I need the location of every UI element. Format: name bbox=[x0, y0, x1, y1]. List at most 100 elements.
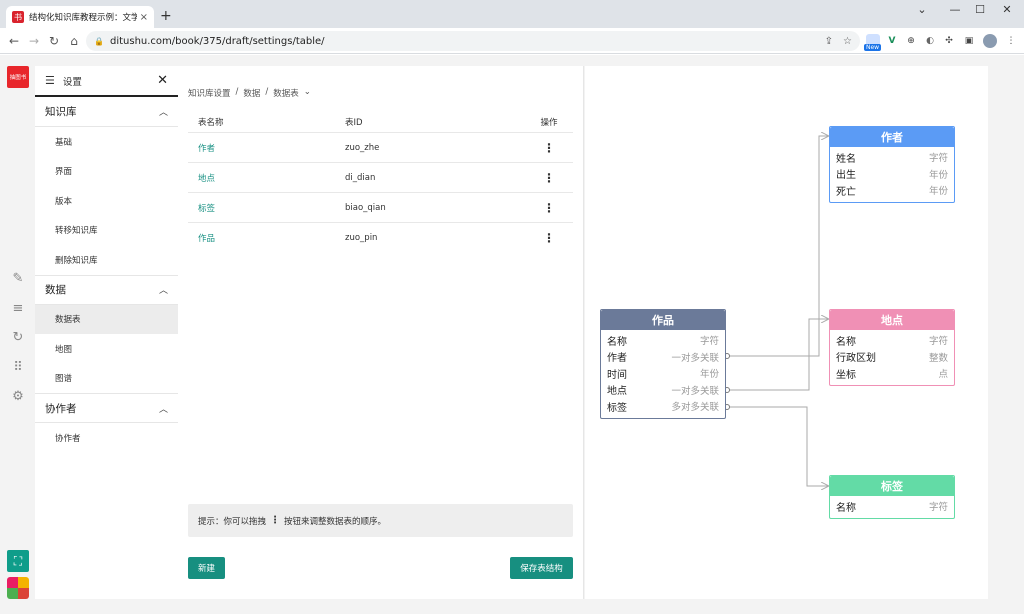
more-actions-icon[interactable]: ⋮ bbox=[525, 171, 573, 185]
table-header: 表名称 表ID 操作 bbox=[188, 111, 573, 133]
section-label: 协作者 bbox=[45, 402, 77, 415]
breadcrumb-separator: / bbox=[265, 87, 269, 97]
extensions-puzzle-icon[interactable]: ✣ bbox=[942, 34, 956, 48]
nav-item-basic[interactable]: 基础 bbox=[35, 127, 178, 157]
forward-icon[interactable]: → bbox=[26, 33, 42, 49]
menu-icon[interactable]: ☰ bbox=[45, 74, 55, 87]
nav-item-delete[interactable]: 删除知识库 bbox=[35, 245, 178, 275]
table-id: zuo_pin bbox=[345, 233, 378, 243]
app-logo[interactable]: 抽图书 bbox=[7, 66, 29, 88]
browser-menu-icon[interactable]: ⋮ bbox=[1004, 34, 1018, 48]
grid-icon[interactable]: ⠿ bbox=[9, 359, 27, 377]
nav-item-tables[interactable]: 数据表 bbox=[35, 304, 178, 334]
table-name-link[interactable]: 地点 bbox=[188, 172, 345, 184]
chevron-up-icon[interactable]: ︿ bbox=[159, 402, 168, 415]
nav-item-version[interactable]: 版本 bbox=[35, 186, 178, 216]
section-collaborators[interactable]: 协作者 ︿ bbox=[35, 393, 178, 423]
maximize-button[interactable]: ☐ bbox=[970, 3, 990, 16]
entity-field: 名称 字符 bbox=[836, 502, 948, 514]
nav-item-graph[interactable]: 图谱 bbox=[35, 364, 178, 394]
minimize-button[interactable]: — bbox=[945, 3, 965, 16]
table-row[interactable]: 标签 biao_qian ⋮ bbox=[188, 193, 573, 223]
tables-panel: 知识库设置 / 数据 / 数据表 ⌄ 表名称 表ID 操作 作者 zuo_zhe… bbox=[178, 66, 584, 599]
drag-tip: 提示：你可以拖拽 ⋮ 按钮来调整数据表的顺序。 bbox=[188, 504, 573, 537]
entity-field: 标签 多对多关联 bbox=[607, 402, 719, 414]
lock-icon[interactable]: 🔒 bbox=[94, 37, 104, 46]
extension-v-icon[interactable]: V bbox=[885, 34, 899, 48]
save-schema-button[interactable]: 保存表结构 bbox=[510, 557, 573, 579]
table-name-link[interactable]: 作品 bbox=[188, 232, 345, 244]
entity-field: 作者 一对多关联 bbox=[607, 352, 719, 365]
breadcrumb-tables[interactable]: 数据表 bbox=[273, 87, 299, 99]
fullscreen-icon[interactable]: ⛶ bbox=[7, 550, 29, 572]
history-icon[interactable]: ↻ bbox=[9, 329, 27, 347]
side-panel-icon[interactable]: ▣ bbox=[962, 34, 976, 48]
bookmark-star-icon[interactable]: ☆ bbox=[843, 36, 852, 47]
entity-title: 作品 bbox=[601, 310, 725, 330]
table-row[interactable]: 地点 di_dian ⋮ bbox=[188, 163, 573, 193]
schema-diagram: 作品 名称 字符 作者 一对多关联 时间 年份 地点 一对多关联 标签 多对多关联 作者 … bbox=[585, 66, 988, 599]
table-row[interactable]: 作者 zuo_zhe ⋮ bbox=[188, 133, 573, 163]
entity-author[interactable]: 作者 姓名 字符 出生 年份 死亡 年份 bbox=[829, 126, 955, 203]
browser-tab[interactable]: 书 结构化知识库教程示例：文学作 × bbox=[6, 6, 154, 28]
entity-title: 标签 bbox=[830, 476, 954, 496]
new-table-button[interactable]: 新建 bbox=[188, 557, 225, 579]
column-header-name: 表名称 bbox=[198, 117, 224, 128]
settings-gear-icon[interactable]: ⚙ bbox=[9, 388, 27, 406]
chevron-down-icon[interactable]: ⌄ bbox=[304, 87, 311, 99]
tables-list: 表名称 表ID 操作 作者 zuo_zhe ⋮ 地点 di_dian ⋮ 标签 … bbox=[188, 111, 573, 253]
nav-item-collaborators[interactable]: 协作者 bbox=[35, 423, 178, 453]
close-window-button[interactable]: ✕ bbox=[997, 3, 1017, 16]
home-icon[interactable]: ⌂ bbox=[66, 33, 82, 49]
nav-item-interface[interactable]: 界面 bbox=[35, 157, 178, 187]
chevron-up-icon[interactable]: ︿ bbox=[159, 283, 168, 296]
table-name-link[interactable]: 作者 bbox=[188, 142, 345, 154]
list-icon[interactable]: ≡ bbox=[9, 300, 27, 318]
entity-place[interactable]: 地点 名称 字符 行政区划 整数 坐标点 bbox=[829, 309, 955, 386]
breadcrumb-settings[interactable]: 知识库设置 bbox=[188, 87, 231, 99]
table-name-link[interactable]: 标签 bbox=[188, 202, 345, 214]
breadcrumb: 知识库设置 / 数据 / 数据表 ⌄ bbox=[188, 87, 311, 99]
more-actions-icon[interactable]: ⋮ bbox=[525, 231, 573, 245]
settings-title: 设置 bbox=[62, 76, 82, 88]
nav-item-map[interactable]: 地图 bbox=[35, 334, 178, 364]
relation-line-tag bbox=[727, 406, 828, 486]
extension-zoom-icon[interactable]: ⊕ bbox=[904, 34, 918, 48]
section-knowledge-base[interactable]: 知识库 ︿ bbox=[35, 97, 178, 127]
profile-avatar[interactable] bbox=[983, 34, 997, 48]
url-text[interactable]: ditushu.com/book/375/draft/settings/tabl… bbox=[110, 36, 325, 47]
tab-search-icon[interactable]: ⌄ bbox=[912, 3, 932, 16]
entity-title: 地点 bbox=[830, 310, 954, 330]
reload-icon[interactable]: ↻ bbox=[46, 33, 62, 49]
table-row[interactable]: 作品 zuo_pin ⋮ bbox=[188, 223, 573, 253]
breadcrumb-data[interactable]: 数据 bbox=[243, 87, 260, 99]
nav-item-transfer[interactable]: 转移知识库 bbox=[35, 216, 178, 246]
app-badge-icon[interactable] bbox=[7, 577, 29, 599]
app-area: 抽图书 ✎ ≡ ↻ ⠿ ⚙ ⛶ ☰ 设置 ✕ 知识库 ︿ 基础 界面 版本 转移… bbox=[0, 55, 1024, 614]
section-label: 数据 bbox=[45, 284, 66, 296]
entity-title: 作者 bbox=[830, 127, 954, 147]
settings-header: ☰ 设置 ✕ bbox=[35, 66, 178, 97]
back-icon[interactable]: ← bbox=[6, 33, 22, 49]
entity-works[interactable]: 作品 名称 字符 作者 一对多关联 时间 年份 地点 一对多关联 标签 多对多关联 bbox=[600, 309, 726, 419]
tab-close-icon[interactable]: × bbox=[140, 12, 148, 23]
entity-field: 坐标点 bbox=[836, 369, 948, 381]
share-icon[interactable]: ⇪ bbox=[825, 36, 833, 47]
tab-title: 结构化知识库教程示例：文学作 bbox=[29, 13, 137, 23]
more-actions-icon[interactable]: ⋮ bbox=[525, 141, 573, 155]
breadcrumb-separator: / bbox=[235, 87, 239, 97]
more-actions-icon[interactable]: ⋮ bbox=[525, 201, 573, 215]
tip-text: 提示：你可以拖拽 bbox=[198, 516, 267, 527]
section-data[interactable]: 数据 ︿ bbox=[35, 274, 178, 305]
entity-field: 名称 字符 bbox=[607, 336, 719, 348]
site-favicon-icon: 书 bbox=[12, 11, 24, 23]
chevron-up-icon[interactable]: ︿ bbox=[159, 105, 168, 118]
new-tab-button[interactable]: + bbox=[160, 9, 172, 23]
edit-icon[interactable]: ✎ bbox=[9, 270, 27, 288]
tip-text: 按钮来调整数据表的顺序。 bbox=[284, 516, 387, 527]
address-bar[interactable]: 🔒 ditushu.com/book/375/draft/settings/ta… bbox=[86, 31, 860, 51]
close-icon[interactable]: ✕ bbox=[157, 73, 168, 88]
entity-tag[interactable]: 标签 名称 字符 bbox=[829, 475, 955, 519]
extension-shield-icon[interactable]: ◐ bbox=[923, 34, 937, 48]
relation-line-place bbox=[727, 319, 828, 391]
